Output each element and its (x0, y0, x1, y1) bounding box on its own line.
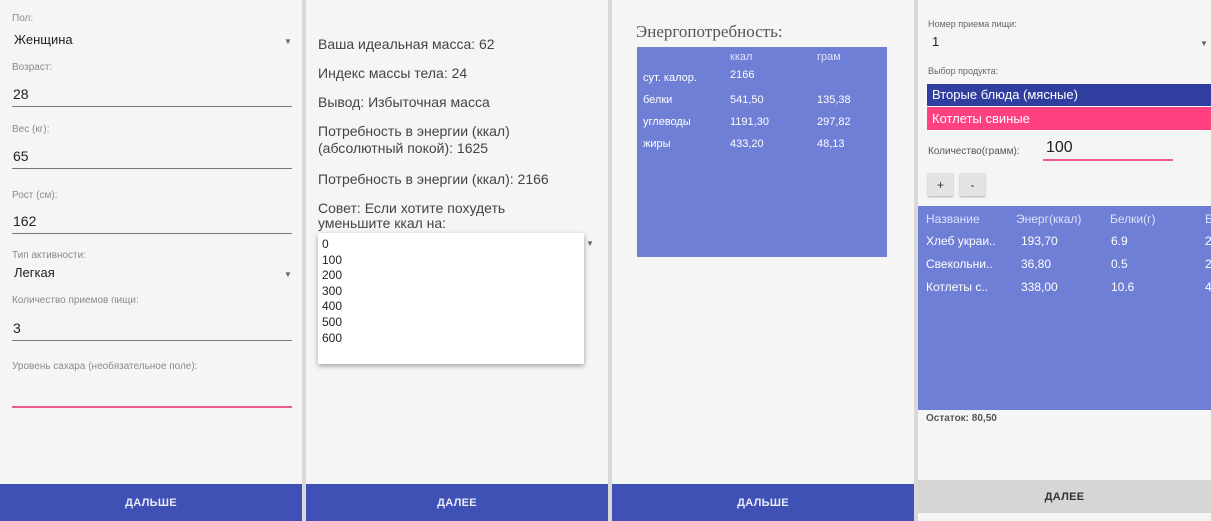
reduction-dropdown-arrow-icon[interactable]: ▼ (586, 239, 594, 248)
row-extra: 4 (1205, 280, 1211, 294)
header-kcal: ккал (730, 51, 753, 63)
screen-meal-builder: Номер приема пищи: 1 ▼ Выбор продукта: В… (918, 0, 1211, 521)
meal-number-label: Номер приема пищи: (928, 19, 1017, 29)
screen-results: Ваша идеальная масса: 62 Индекс массы те… (306, 0, 608, 521)
energy-need-text: Потребность в энергии (ккал): 2166 (318, 171, 549, 187)
plus-button[interactable]: + (928, 173, 953, 196)
age-input[interactable] (12, 84, 292, 107)
row-energy: 36,80 (1021, 257, 1052, 271)
conclusion-text: Вывод: Избыточная масса (318, 94, 490, 110)
age-label: Возраст: (12, 62, 53, 73)
activity-select[interactable]: Легкая (14, 265, 55, 280)
dropdown-option[interactable]: 500 (322, 315, 584, 331)
screen-user-input: Пол: Женщина ▼ Возраст: Вес (кг): Рост (… (0, 0, 302, 521)
category-item[interactable]: Вторые блюда (мясные) (927, 84, 1211, 106)
row-label: белки (643, 94, 673, 106)
dropdown-option[interactable]: 100 (322, 253, 584, 269)
meal-number-select[interactable]: 1 (932, 34, 939, 49)
energy-rest-line2: (абсолютный покой): 1625 (318, 140, 489, 156)
row-gram: 297,82 (817, 116, 851, 128)
next-button[interactable]: ДАЛЬШЕ (612, 484, 914, 521)
screen-energy: Энергопотребность: ккал грам сут. калор.… (612, 0, 914, 521)
quantity-label: Количество(грамм): (928, 146, 1020, 157)
row-name: Хлеб украи.. (926, 234, 996, 248)
dropdown-option[interactable]: 300 (322, 284, 584, 300)
minus-button[interactable]: - (960, 173, 985, 196)
dropdown-option[interactable]: 0 (322, 237, 584, 253)
gender-dropdown-arrow-icon[interactable]: ▼ (284, 37, 292, 46)
row-kcal: 2166 (730, 69, 755, 81)
row-gram: 48,13 (817, 138, 845, 150)
energy-rest-line1: Потребность в энергии (ккал) (318, 123, 510, 139)
meals-input[interactable] (12, 318, 292, 341)
next-button[interactable]: ДАЛЬШЕ (0, 484, 302, 521)
meal-number-dropdown-arrow-icon[interactable]: ▼ (1200, 39, 1208, 48)
reduction-dropdown-list: 0 100 200 300 400 500 600 (318, 233, 584, 364)
weight-label: Вес (кг): (12, 124, 50, 135)
row-name: Котлеты с.. (926, 280, 989, 294)
row-extra: 2 (1205, 234, 1211, 248)
ideal-mass-text: Ваша идеальная масса: 62 (318, 36, 495, 52)
row-protein: 0.5 (1111, 257, 1128, 271)
header-energy: Энерг(ккал) (1016, 212, 1082, 226)
height-input[interactable] (12, 211, 292, 234)
gender-select[interactable]: Женщина (14, 32, 73, 47)
energy-table: ккал грам сут. калор. 2166 белки 541,50 … (637, 47, 887, 257)
row-energy: 193,70 (1021, 234, 1058, 248)
header-name: Название (926, 212, 980, 226)
header-extra: Б (1205, 212, 1211, 226)
dropdown-option[interactable]: 600 (322, 331, 584, 347)
header-protein: Белки(г) (1110, 212, 1156, 226)
product-item-selected[interactable]: Котлеты свиные (927, 107, 1211, 130)
product-label: Выбор продукта: (928, 66, 999, 76)
row-kcal: 1191,30 (730, 116, 769, 128)
row-name: Свекольни.. (926, 257, 993, 271)
next-button[interactable]: ДАЛЕЕ (918, 480, 1211, 513)
row-kcal: 541,50 (730, 94, 764, 106)
activity-label: Тип активности: (12, 250, 87, 261)
sugar-input[interactable] (12, 384, 292, 408)
header-gram: грам (817, 51, 841, 63)
next-button[interactable]: ДАЛЕЕ (306, 484, 608, 521)
row-label: жиры (643, 138, 671, 150)
activity-dropdown-arrow-icon[interactable]: ▼ (284, 270, 292, 279)
advice-line2: уменьшите ккал на: (318, 215, 447, 231)
row-gram: 135,38 (817, 94, 851, 106)
meals-label: Количество приемов пищи: (12, 295, 139, 306)
dropdown-option[interactable]: 400 (322, 299, 584, 315)
weight-input[interactable] (12, 146, 292, 169)
dropdown-option[interactable]: 200 (322, 268, 584, 284)
row-label: сут. калор. (643, 72, 697, 84)
row-protein: 10.6 (1111, 280, 1135, 294)
remainder-text: Остаток: 80,50 (926, 413, 997, 424)
energy-title: Энергопотребность: (636, 22, 783, 41)
gender-label: Пол: (12, 13, 34, 24)
quantity-input[interactable] (1043, 139, 1173, 161)
row-label: углеводы (643, 116, 691, 128)
row-extra: 2 (1205, 257, 1211, 271)
food-table: Название Энерг(ккал) Белки(г) Б Хлеб укр… (918, 206, 1211, 410)
row-protein: 6.9 (1111, 234, 1128, 248)
height-label: Рост (см): (12, 190, 58, 201)
row-kcal: 433,20 (730, 138, 764, 150)
bmi-text: Индекс массы тела: 24 (318, 65, 468, 81)
sugar-label: Уровень сахара (необязательное поле): (12, 361, 198, 372)
row-energy: 338,00 (1021, 280, 1058, 294)
